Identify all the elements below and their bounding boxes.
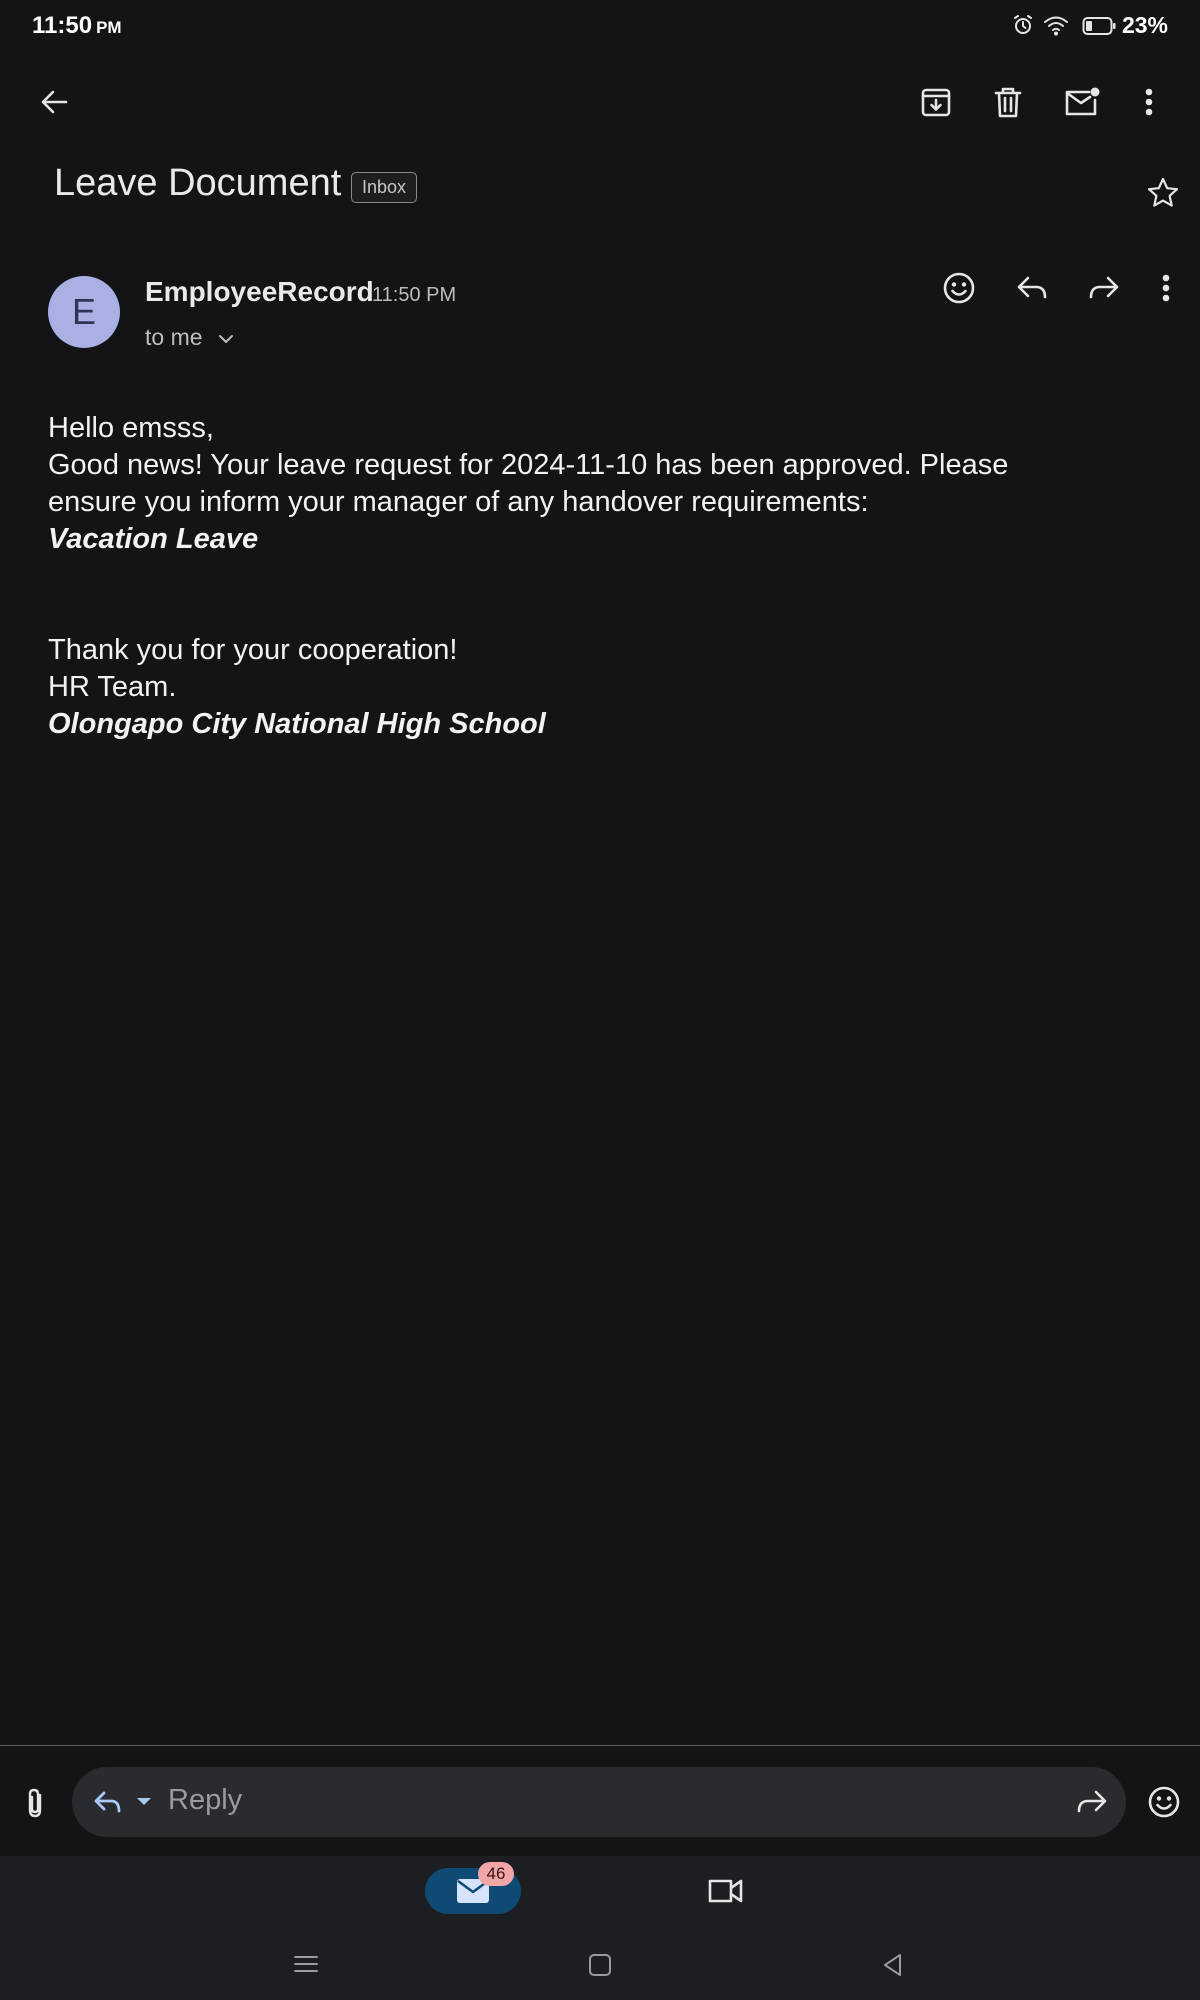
home-icon[interactable] xyxy=(585,1950,615,1980)
reply-placeholder[interactable]: Reply xyxy=(168,1784,242,1817)
mail-unread-badge: 46 xyxy=(478,1862,514,1886)
reply-icon[interactable] xyxy=(1014,270,1050,306)
chevron-down-icon xyxy=(218,334,233,343)
body-greeting: Hello emsss, xyxy=(48,412,214,444)
wifi-icon xyxy=(1044,16,1068,36)
inbox-label-badge[interactable]: Inbox xyxy=(351,172,418,203)
email-timestamp: 11:50 PM xyxy=(372,284,457,306)
add-reaction-icon[interactable] xyxy=(941,270,977,306)
battery-icon xyxy=(1082,17,1116,35)
archive-icon[interactable] xyxy=(918,84,954,120)
sender-avatar[interactable]: E xyxy=(48,276,120,348)
trash-icon[interactable] xyxy=(990,84,1026,120)
recipient-label: to me xyxy=(145,324,203,350)
attachment-icon[interactable] xyxy=(20,1786,50,1820)
battery-percent: 23% xyxy=(1121,12,1168,38)
recipient-details-toggle[interactable]: to me xyxy=(145,324,235,351)
meet-video-icon[interactable] xyxy=(706,1874,746,1906)
forward-icon[interactable] xyxy=(1086,270,1122,306)
body-spacer xyxy=(48,558,1148,632)
reply-forward-icon[interactable] xyxy=(1074,1786,1110,1818)
body-thanks: Thank you for your cooperation! xyxy=(48,634,458,666)
status-time: 11:50 PM xyxy=(32,12,122,39)
school-name: Olongapo City National High School xyxy=(48,708,546,740)
alarm-icon xyxy=(1014,15,1032,34)
more-vert-icon[interactable] xyxy=(1133,84,1165,120)
reply-type-icon[interactable] xyxy=(92,1787,126,1817)
emoji-icon[interactable] xyxy=(1146,1784,1182,1820)
back-arrow-icon[interactable] xyxy=(36,84,72,120)
body-line-2: ensure you inform your manager of any ha… xyxy=(48,486,869,518)
reply-divider xyxy=(0,1745,1200,1746)
leave-type: Vacation Leave xyxy=(48,523,259,555)
star-icon[interactable] xyxy=(1146,176,1180,210)
email-subject: Leave Document xyxy=(54,162,342,204)
mark-unread-icon[interactable] xyxy=(1062,84,1102,120)
back-nav-icon[interactable] xyxy=(878,1950,908,1980)
status-ampm: PM xyxy=(96,18,122,37)
reply-type-dropdown-icon[interactable] xyxy=(134,1794,154,1810)
email-body: Hello emsss, Good news! Your leave reque… xyxy=(48,410,1148,743)
body-line-1: Good news! Your leave request for 2024-1… xyxy=(48,449,1009,481)
sender-name[interactable]: EmployeeRecord xyxy=(145,276,374,308)
body-team: HR Team. xyxy=(48,671,177,703)
message-more-icon[interactable] xyxy=(1150,270,1182,306)
recent-apps-icon[interactable] xyxy=(290,1950,322,1978)
